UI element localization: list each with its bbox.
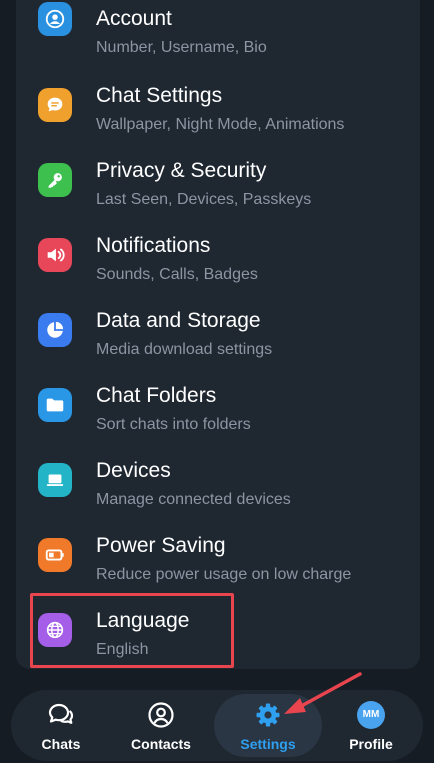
settings-item-title: Power Saving [96,534,226,557]
settings-item-title: Notifications [96,234,211,257]
settings-item-subtitle: Reduce power usage on low charge [96,566,352,583]
settings-item-subtitle: Sort chats into folders [96,416,251,433]
nav-label: Chats [41,735,81,752]
chat-icon [46,700,76,730]
nav-tab-settings[interactable]: Settings [214,694,322,757]
settings-item-title: Chat Folders [96,384,217,407]
laptop-icon [38,462,72,497]
speaker-icon [38,237,72,272]
settings-list: Account Number, Username, Bio Chat Setti… [16,0,420,669]
pie-chart-icon [38,312,72,347]
settings-item-power-saving[interactable]: Power Saving Reduce power usage on low c… [16,517,420,592]
settings-item-account[interactable]: Account Number, Username, Bio [16,0,420,56]
battery-icon [38,537,72,572]
nav-label: Profile [349,735,393,752]
contact-icon [146,700,176,730]
nav-tab-contacts[interactable]: Contacts [111,690,211,761]
settings-item-chat-folders[interactable]: Chat Folders Sort chats into folders [16,367,420,442]
person-icon [38,1,72,36]
avatar: MM [357,700,385,729]
settings-item-subtitle: Sounds, Calls, Badges [96,266,258,283]
gear-icon [253,700,283,730]
settings-item-subtitle: Wallpaper, Night Mode, Animations [96,116,345,133]
settings-item-notifications[interactable]: Notifications Sounds, Calls, Badges [16,217,420,292]
settings-item-subtitle: Media download settings [96,341,273,358]
globe-icon [38,612,72,647]
settings-item-data-storage[interactable]: Data and Storage Media download settings [16,292,420,367]
settings-item-privacy[interactable]: Privacy & Security Last Seen, Devices, P… [16,142,420,217]
settings-item-subtitle: English [96,641,149,658]
settings-item-title: Account [96,7,172,30]
settings-item-title: Language [96,609,190,632]
nav-tab-chats[interactable]: Chats [11,690,111,761]
settings-item-subtitle: Last Seen, Devices, Passkeys [96,191,312,208]
key-icon [38,162,72,197]
settings-item-subtitle: Number, Username, Bio [96,39,267,56]
chat-bubble-icon [38,87,72,122]
nav-label: Contacts [131,735,191,752]
settings-item-chat-settings[interactable]: Chat Settings Wallpaper, Night Mode, Ani… [16,67,420,142]
settings-item-title: Data and Storage [96,309,261,332]
settings-item-devices[interactable]: Devices Manage connected devices [16,442,420,517]
settings-item-title: Chat Settings [96,84,223,107]
nav-tab-profile[interactable]: MM Profile [321,690,421,761]
settings-item-title: Devices [96,459,171,482]
folder-icon [38,387,72,422]
bottom-navigation: Chats Contacts Settings MM Profile [11,690,423,761]
settings-item-subtitle: Manage connected devices [96,491,291,508]
settings-item-title: Privacy & Security [96,159,267,182]
settings-item-language[interactable]: Language English [16,592,420,667]
nav-label: Settings [240,735,296,752]
